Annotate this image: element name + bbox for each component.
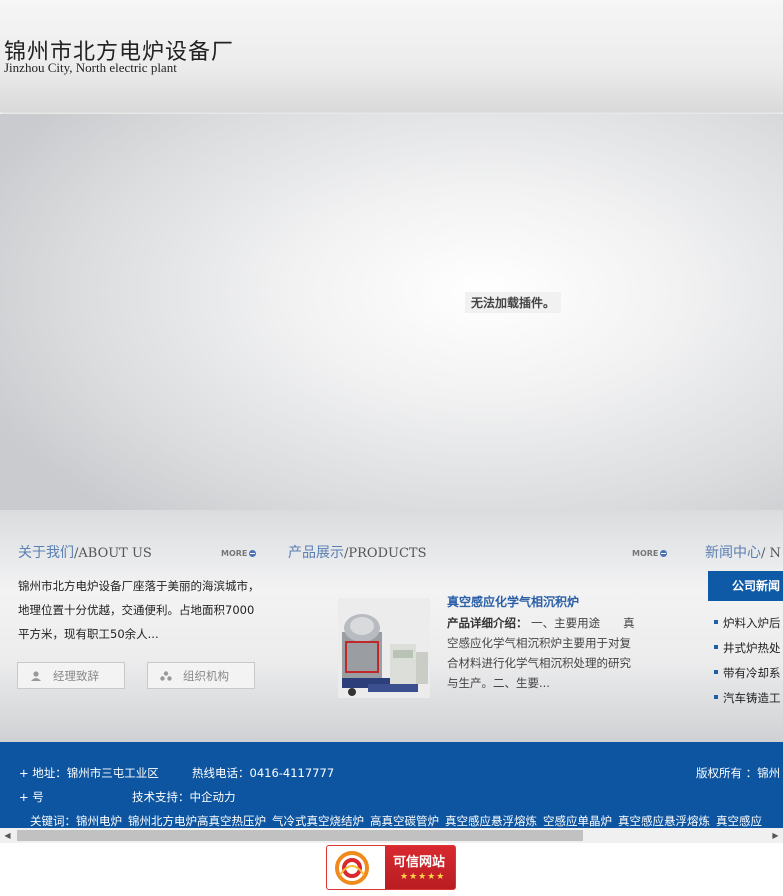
footer-keywords: 关键词：锦州电炉 锦州北方电炉高真空热压炉 气冷式真空烧结炉 高真空碳管炉 真空感应悬浮… (30, 813, 768, 829)
footer-copyright: 版权所有 ：锦州 (696, 766, 781, 780)
news-title-cn: 新闻中心 (705, 545, 761, 561)
page: 锦州市北方电炉设备厂 Jinzhou City, North electric … (0, 0, 783, 896)
news-title-en: / N (761, 546, 781, 561)
organization-button[interactable]: 组织机构 (147, 662, 255, 689)
keyword-link[interactable]: 空感应单晶炉 (543, 814, 612, 828)
news-title: 新闻中心/ N (705, 542, 781, 562)
scrollbar-thumb[interactable] (17, 830, 583, 841)
footer-tech-support[interactable]: 技术支持：中企动力 (132, 789, 236, 805)
manager-speech-button[interactable]: 经理致辞 (17, 662, 125, 689)
badge-text: 可信网站 (393, 855, 446, 870)
product-name-link[interactable]: 真空感应化学气相沉积炉 (447, 593, 579, 610)
products-title: 产品展示/PRODUCTS (288, 542, 426, 562)
plugin-error-message: 无法加载插件。 (465, 292, 562, 313)
news-item[interactable]: 井式炉热处 (714, 639, 781, 664)
products-title-en: /PRODUCTS (344, 546, 427, 561)
keyword-link[interactable]: 高真空碳管炉 (370, 814, 439, 828)
manager-speech-label: 经理致辞 (53, 669, 99, 683)
about-title-cn: 关于我们 (18, 545, 74, 561)
news-item[interactable]: 炉料入炉后 (714, 614, 781, 639)
logo-subtitle: Jinzhou City, North electric plant (4, 60, 177, 75)
keyword-link[interactable]: 真空感应悬浮熔炼 (445, 814, 537, 828)
trusted-site-badge[interactable]: 可信网站 ★★★★★ (326, 845, 456, 890)
site-footer: + 地址：锦州市三屯工业区 热线电话：0416-4117777 版权所有 ：锦州… (0, 742, 783, 830)
products-title-cn: 产品展示 (288, 545, 344, 561)
about-title: 关于我们/ABOUT US (18, 542, 152, 562)
keyword-link[interactable]: 气冷式真空烧结炉 (272, 814, 364, 828)
tab-company-news[interactable]: 公司新闻 (708, 571, 783, 601)
scroll-right-arrow-icon[interactable]: ▶ (768, 828, 783, 843)
products-more-link[interactable]: MORE (632, 549, 668, 558)
footer-icp[interactable]: + 号 (19, 789, 44, 805)
plus-icon (660, 550, 668, 557)
product-desc-label: 产品详细介绍： (447, 616, 528, 630)
product-image[interactable] (338, 598, 430, 698)
trust-logo-icon (335, 851, 369, 885)
about-title-en: /ABOUT US (74, 546, 152, 561)
horizontal-scrollbar[interactable]: ◀ ▶ (0, 828, 783, 843)
keyword-link[interactable]: 真空感应 (716, 814, 762, 828)
organization-label: 组织机构 (183, 669, 229, 683)
keyword-link[interactable]: 真空感应悬浮熔炼 (618, 814, 710, 828)
news-list: 炉料入炉后 井式炉热处 带有冷却系 汽车铸造工 (714, 614, 781, 714)
content-strip: 关于我们/ABOUT US MORE 锦州市北方电炉设备厂座落于美丽的海滨城市，… (0, 510, 783, 742)
footer-hotline: 热线电话：0416-4117777 (192, 766, 335, 780)
about-more-link[interactable]: MORE (221, 549, 257, 558)
org-chart-icon (160, 671, 172, 681)
plus-icon (249, 550, 257, 557)
products-more-label: MORE (632, 549, 659, 558)
about-text: 锦州市北方电炉设备厂座落于美丽的海滨城市，地理位置十分优越，交通便利。占地面积7… (18, 579, 260, 641)
keyword-link[interactable]: 锦州北方电炉高真空热压炉 (128, 814, 266, 828)
person-icon (31, 671, 41, 681)
banner-plugin-area: 无法加载插件。 (0, 114, 783, 510)
keyword-link[interactable]: 锦州电炉 (76, 814, 122, 828)
news-item[interactable]: 汽车铸造工 (714, 689, 781, 714)
about-more-label: MORE (221, 549, 248, 558)
keywords-label: 关键词： (30, 814, 76, 828)
badge-stars: ★★★★★ (400, 872, 446, 882)
news-item[interactable]: 带有冷却系 (714, 664, 781, 689)
footer-address: + 地址：锦州市三屯工业区 (19, 766, 159, 780)
site-header: 锦州市北方电炉设备厂 Jinzhou City, North electric … (0, 0, 783, 112)
product-description: 产品详细介绍： 一、主要用途 真空感应化学气相沉积炉主要用于对复合材料进行化学气… (447, 613, 637, 693)
scroll-left-arrow-icon[interactable]: ◀ (0, 828, 15, 843)
